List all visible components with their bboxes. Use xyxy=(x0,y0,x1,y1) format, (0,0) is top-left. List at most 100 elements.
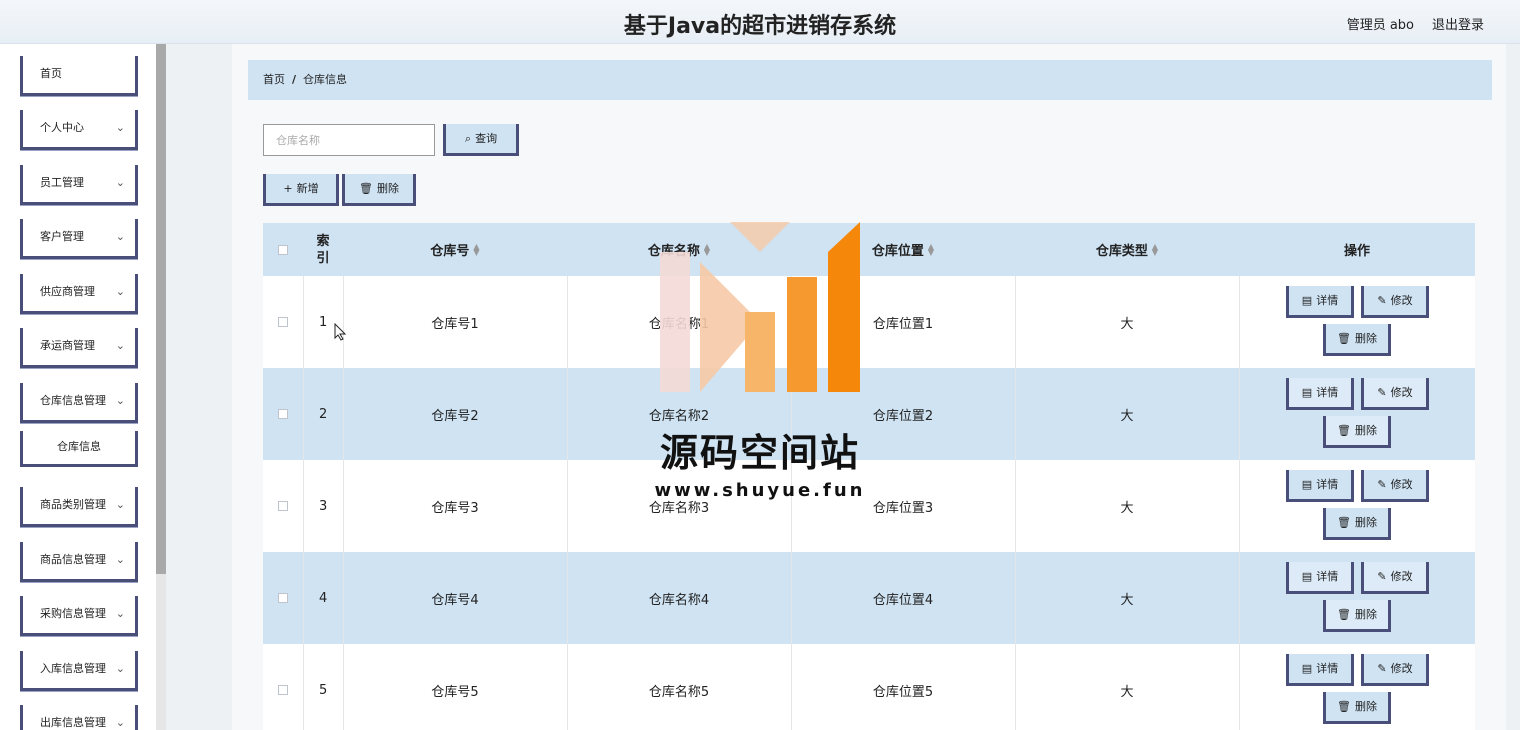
sidebar-item-products[interactable]: 商品信息管理 ⌄ xyxy=(20,542,138,582)
sort-icon[interactable]: ▲ ▼ xyxy=(704,242,710,256)
sidebar-item-home[interactable]: 首页 xyxy=(20,56,138,96)
column-divider xyxy=(1015,460,1016,552)
delete-button[interactable]: 🗑 删除 xyxy=(1323,692,1391,724)
row-checkbox[interactable] xyxy=(278,685,288,695)
cell-warehouse-no: 仓库号1 xyxy=(431,316,479,332)
breadcrumb-home[interactable]: 首页 xyxy=(263,73,285,86)
cell-select xyxy=(263,644,303,730)
edit-button-label: 修改 xyxy=(1390,386,1413,399)
edit-button-label: 修改 xyxy=(1390,478,1413,491)
chevron-down-icon: ⌄ xyxy=(115,716,125,729)
app-title: 基于Java的超市进销存系统 xyxy=(623,14,897,39)
trash-icon: 🗑 xyxy=(1337,332,1351,345)
delete-button[interactable]: 🗑 删除 xyxy=(1323,508,1391,540)
edit-button[interactable]: ✎ 修改 xyxy=(1361,378,1429,410)
sidebar-item-customers[interactable]: 客户管理 ⌄ xyxy=(20,219,138,259)
row-checkbox[interactable] xyxy=(278,593,288,603)
edit-button[interactable]: ✎ 修改 xyxy=(1361,470,1429,502)
delete-button[interactable]: 🗑 删除 xyxy=(1323,324,1391,356)
delete-button[interactable]: 🗑 删除 xyxy=(1323,600,1391,632)
document-icon: ▤ xyxy=(1301,386,1313,399)
column-divider xyxy=(343,368,344,460)
table-header: 索 引 仓库号 ▲ ▼ 仓库名称 ▲ ▼ 仓库位置 ▲ ▼ 仓库类型 ▲ ▼ 操作 xyxy=(263,223,1475,276)
detail-button[interactable]: ▤ 详情 xyxy=(1286,654,1354,686)
row-checkbox[interactable] xyxy=(278,501,288,511)
select-all-checkbox[interactable] xyxy=(278,244,288,255)
cell-index: 3 xyxy=(319,498,328,514)
sidebar-subitem-warehouse-info[interactable]: 仓库信息 xyxy=(20,431,138,467)
sidebar-item-stock-out[interactable]: 出库信息管理 ⌄ xyxy=(20,705,138,730)
sidebar-item-stock-in[interactable]: 入库信息管理 ⌄ xyxy=(20,651,138,691)
cell-warehouse-location: 仓库位置5 xyxy=(872,684,934,700)
cell-warehouse-type: 大 xyxy=(1120,500,1134,516)
logout-link[interactable]: 退出登录 xyxy=(1432,14,1484,33)
search-icon: ⌕ xyxy=(464,132,472,145)
table-row: 2 仓库号2 仓库名称2 仓库位置2 大 ▤ 详情 ✎ 修改 🗑 删除 xyxy=(263,368,1475,460)
sidebar-item-label: 仓库信息管理 xyxy=(40,394,106,407)
trash-icon: 🗑 xyxy=(359,182,373,195)
sort-icon[interactable]: ▲ ▼ xyxy=(473,242,479,256)
detail-button[interactable]: ▤ 详情 xyxy=(1286,286,1354,318)
pencil-icon: ✎ xyxy=(1377,386,1387,399)
main-content: 首页/仓库信息 ⌕查询 +新增 🗑删除 索 引 仓库号▲▼ 仓库名称▲▼ 仓库位… xyxy=(232,44,1506,730)
column-divider xyxy=(303,644,304,730)
cell-warehouse-no: 仓库号2 xyxy=(431,408,479,424)
cell-warehouse-name: 仓库名称4 xyxy=(648,592,710,608)
detail-button[interactable]: ▤ 详情 xyxy=(1286,378,1354,410)
plus-icon: + xyxy=(283,182,293,195)
sort-icon[interactable]: ▲ ▼ xyxy=(928,242,934,256)
sidebar-item-label: 首页 xyxy=(40,67,62,80)
cell-warehouse-location: 仓库位置1 xyxy=(872,316,934,332)
trash-icon: 🗑 xyxy=(1337,608,1351,621)
sidebar-item-purchases[interactable]: 采购信息管理 ⌄ xyxy=(20,596,138,636)
delete-button-label: 删除 xyxy=(1354,332,1377,345)
column-divider xyxy=(1015,368,1016,460)
chevron-down-icon: ⌄ xyxy=(115,230,125,243)
column-divider xyxy=(567,368,568,460)
detail-button[interactable]: ▤ 详情 xyxy=(1286,470,1354,502)
col-warehouse-location-label: 仓库位置 xyxy=(871,244,924,259)
sort-icon[interactable]: ▲ ▼ xyxy=(1152,242,1158,256)
column-divider xyxy=(1015,276,1016,368)
pencil-icon: ✎ xyxy=(1377,478,1387,491)
sidebar-item-suppliers[interactable]: 供应商管理 ⌄ xyxy=(20,274,138,314)
column-divider xyxy=(1015,552,1016,644)
column-divider xyxy=(303,460,304,552)
sidebar-item-label: 商品信息管理 xyxy=(40,553,106,566)
add-button[interactable]: + 新增 xyxy=(263,174,339,206)
row-checkbox[interactable] xyxy=(278,317,288,327)
warehouse-name-search-input[interactable] xyxy=(263,124,435,156)
sidebar-item-label: 采购信息管理 xyxy=(40,607,106,620)
edit-button[interactable]: ✎ 修改 xyxy=(1361,654,1429,686)
cell-select xyxy=(263,368,303,460)
col-warehouse-type[interactable]: 仓库类型 ▲ ▼ xyxy=(1015,223,1239,276)
cell-warehouse-location: 仓库位置3 xyxy=(872,500,934,516)
edit-button[interactable]: ✎ 修改 xyxy=(1361,286,1429,318)
column-divider xyxy=(791,552,792,644)
col-warehouse-no[interactable]: 仓库号 ▲ ▼ xyxy=(343,223,567,276)
search-button[interactable]: ⌕ 查询 xyxy=(443,124,519,156)
cell-warehouse-no: 仓库号4 xyxy=(431,592,479,608)
col-warehouse-name-label: 仓库名称 xyxy=(647,244,700,259)
sidebar-item-carriers[interactable]: 承运商管理 ⌄ xyxy=(20,328,138,368)
sidebar-item-profile[interactable]: 个人中心 ⌄ xyxy=(20,110,138,150)
col-warehouse-name[interactable]: 仓库名称 ▲ ▼ xyxy=(567,223,791,276)
sidebar-item-categories[interactable]: 商品类别管理 ⌄ xyxy=(20,487,138,527)
bulk-delete-button[interactable]: 🗑 删除 xyxy=(342,174,416,206)
sidebar-item-warehouse[interactable]: 仓库信息管理 ⌄ xyxy=(20,383,138,423)
col-warehouse-location[interactable]: 仓库位置 ▲ ▼ xyxy=(791,223,1015,276)
trash-icon: 🗑 xyxy=(1337,700,1351,713)
sidebar-item-label: 承运商管理 xyxy=(40,339,95,352)
column-divider xyxy=(791,368,792,460)
table-row: 1 仓库号1 仓库名称1 仓库位置1 大 ▤ 详情 ✎ 修改 🗑 删除 xyxy=(263,276,1475,368)
row-checkbox[interactable] xyxy=(278,409,288,419)
delete-button[interactable]: 🗑 删除 xyxy=(1323,416,1391,448)
column-divider xyxy=(791,276,792,368)
cell-warehouse-name: 仓库名称5 xyxy=(648,684,710,700)
cell-warehouse-type: 大 xyxy=(1120,408,1134,424)
detail-button[interactable]: ▤ 详情 xyxy=(1286,562,1354,594)
sidebar-scrollbar-thumb[interactable] xyxy=(156,44,166,574)
edit-button[interactable]: ✎ 修改 xyxy=(1361,562,1429,594)
pencil-icon: ✎ xyxy=(1377,570,1387,583)
sidebar-item-employees[interactable]: 员工管理 ⌄ xyxy=(20,165,138,205)
